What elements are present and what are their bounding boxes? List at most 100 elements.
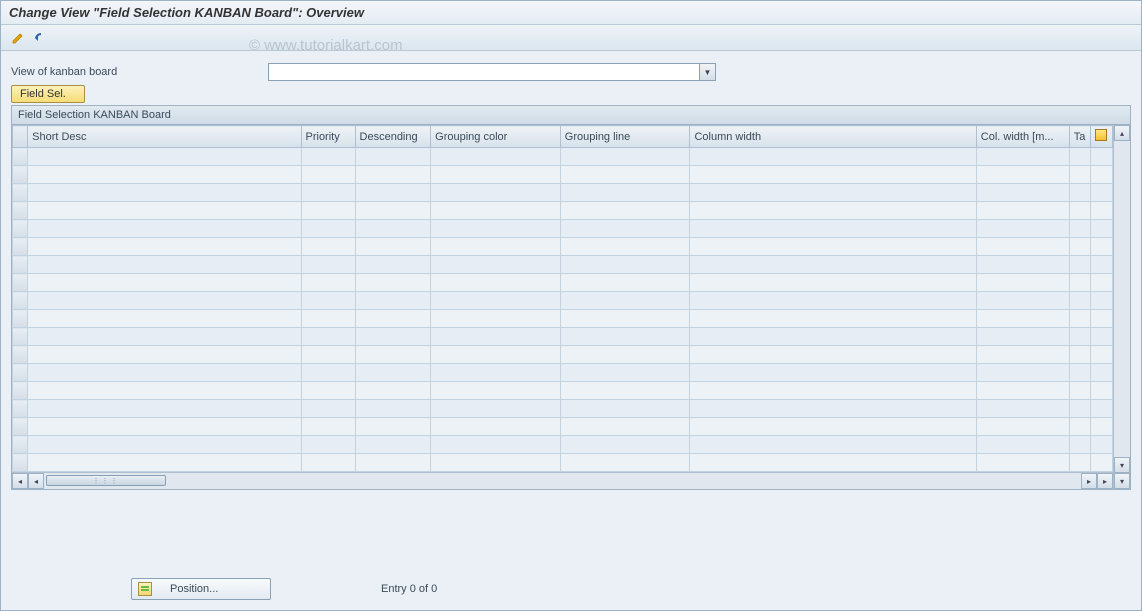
field-sel-button[interactable]: Field Sel. <box>11 85 85 103</box>
cell[interactable] <box>431 436 561 454</box>
row-selector[interactable] <box>13 346 28 364</box>
cell[interactable] <box>28 400 301 418</box>
vertical-scrollbar[interactable]: ▴ ▾ ▾ <box>1113 125 1130 489</box>
cell[interactable] <box>560 418 690 436</box>
row-selector[interactable] <box>13 328 28 346</box>
cell[interactable] <box>1069 202 1091 220</box>
cell[interactable] <box>28 202 301 220</box>
cell[interactable] <box>690 364 976 382</box>
cell[interactable] <box>1069 418 1091 436</box>
cell[interactable] <box>1069 184 1091 202</box>
row-selector[interactable] <box>13 310 28 328</box>
cell[interactable] <box>1091 400 1113 418</box>
cell[interactable] <box>560 310 690 328</box>
cell[interactable] <box>690 256 976 274</box>
cell[interactable] <box>560 166 690 184</box>
cell[interactable] <box>1069 292 1091 310</box>
cell[interactable] <box>1091 328 1113 346</box>
cell[interactable] <box>28 382 301 400</box>
cell[interactable] <box>355 292 431 310</box>
cell[interactable] <box>301 328 355 346</box>
cell[interactable] <box>355 400 431 418</box>
cell[interactable] <box>976 256 1069 274</box>
cell[interactable] <box>976 418 1069 436</box>
cell[interactable] <box>431 256 561 274</box>
cell[interactable] <box>1091 364 1113 382</box>
cell[interactable] <box>431 418 561 436</box>
cell[interactable] <box>976 292 1069 310</box>
row-selector[interactable] <box>13 436 28 454</box>
cell[interactable] <box>301 184 355 202</box>
cell[interactable] <box>431 310 561 328</box>
cell[interactable] <box>301 220 355 238</box>
scroll-left-icon[interactable]: ◂ <box>28 473 44 489</box>
cell[interactable] <box>28 148 301 166</box>
cell[interactable] <box>1091 346 1113 364</box>
cell[interactable] <box>355 418 431 436</box>
cell[interactable] <box>431 274 561 292</box>
cell[interactable] <box>560 292 690 310</box>
cell[interactable] <box>355 148 431 166</box>
cell[interactable] <box>355 328 431 346</box>
cell[interactable] <box>28 436 301 454</box>
cell[interactable] <box>431 166 561 184</box>
cell[interactable] <box>690 400 976 418</box>
cell[interactable] <box>560 454 690 472</box>
scroll-down-icon[interactable]: ▾ <box>1114 457 1130 473</box>
cell[interactable] <box>301 418 355 436</box>
cell[interactable] <box>1091 382 1113 400</box>
cell[interactable] <box>690 274 976 292</box>
cell[interactable] <box>976 220 1069 238</box>
cell[interactable] <box>560 400 690 418</box>
pencil-icon[interactable] <box>9 29 27 47</box>
cell[interactable] <box>1069 148 1091 166</box>
cell[interactable] <box>690 202 976 220</box>
cell[interactable] <box>1091 292 1113 310</box>
cell[interactable] <box>560 220 690 238</box>
cell[interactable] <box>976 346 1069 364</box>
cell[interactable] <box>976 238 1069 256</box>
col-priority[interactable]: Priority <box>301 126 355 148</box>
cell[interactable] <box>355 220 431 238</box>
cell[interactable] <box>355 274 431 292</box>
cell[interactable] <box>355 310 431 328</box>
cell[interactable] <box>976 274 1069 292</box>
cell[interactable] <box>560 382 690 400</box>
cell[interactable] <box>28 238 301 256</box>
cell[interactable] <box>301 148 355 166</box>
cell[interactable] <box>560 184 690 202</box>
row-selector[interactable] <box>13 220 28 238</box>
cell[interactable] <box>690 454 976 472</box>
cell[interactable] <box>976 148 1069 166</box>
cell[interactable] <box>1091 202 1113 220</box>
cell[interactable] <box>28 328 301 346</box>
horizontal-scrollbar[interactable]: ◂ ◂ ⋮⋮⋮ ▸ ▸ <box>12 472 1113 489</box>
row-selector[interactable] <box>13 454 28 472</box>
chevron-down-icon[interactable]: ▼ <box>699 64 715 80</box>
cell[interactable] <box>1069 166 1091 184</box>
cell[interactable] <box>431 400 561 418</box>
cell[interactable] <box>301 292 355 310</box>
cell[interactable] <box>355 382 431 400</box>
cell[interactable] <box>301 310 355 328</box>
cell[interactable] <box>976 400 1069 418</box>
cell[interactable] <box>1091 274 1113 292</box>
cell[interactable] <box>301 256 355 274</box>
cell[interactable] <box>301 238 355 256</box>
cell[interactable] <box>560 328 690 346</box>
cell[interactable] <box>28 274 301 292</box>
row-selector[interactable] <box>13 292 28 310</box>
row-selector[interactable] <box>13 184 28 202</box>
cell[interactable] <box>560 148 690 166</box>
cell[interactable] <box>690 346 976 364</box>
cell[interactable] <box>1069 328 1091 346</box>
cell[interactable] <box>28 346 301 364</box>
row-selector[interactable] <box>13 166 28 184</box>
cell[interactable] <box>431 202 561 220</box>
cell[interactable] <box>301 400 355 418</box>
cell[interactable] <box>690 382 976 400</box>
cell[interactable] <box>560 256 690 274</box>
cell[interactable] <box>1091 238 1113 256</box>
col-column-width[interactable]: Column width <box>690 126 976 148</box>
cell[interactable] <box>431 382 561 400</box>
